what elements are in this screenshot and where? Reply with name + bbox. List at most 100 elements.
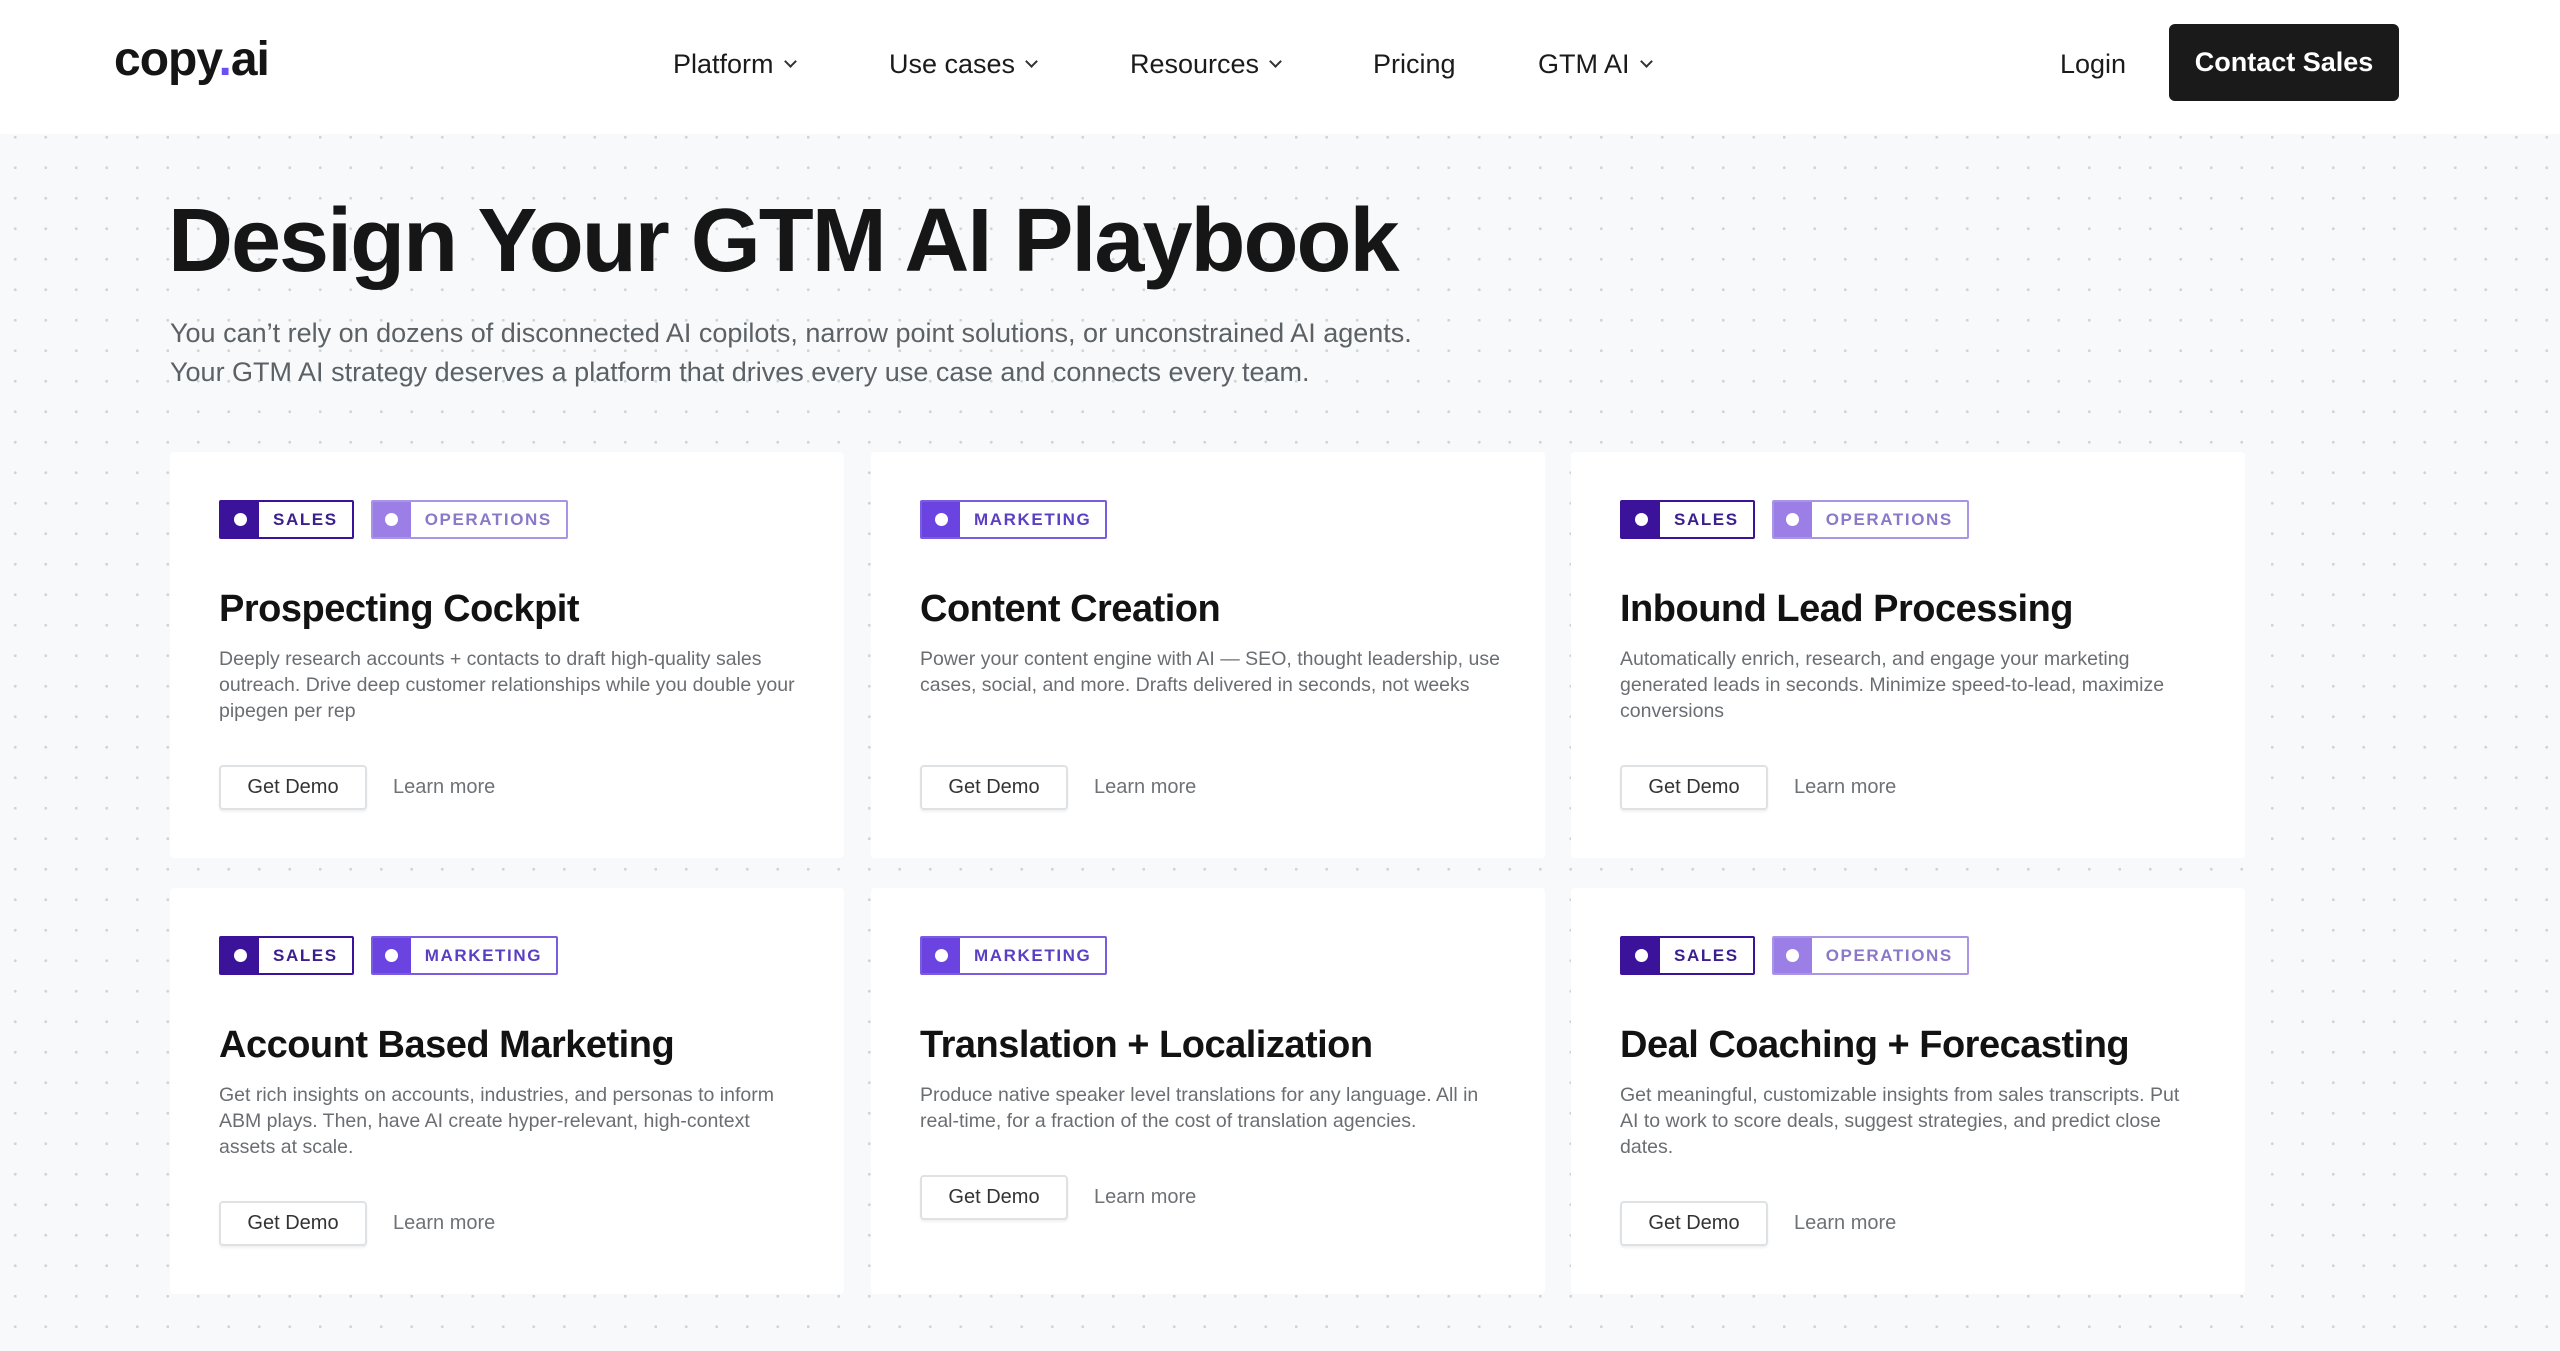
tag-swatch — [221, 502, 259, 537]
logo[interactable]: copy.ai — [114, 30, 270, 90]
circle-icon — [1786, 513, 1800, 526]
tag-badge-marketing: MARKETING — [370, 936, 559, 975]
use-case-card: SALES OPERATIONS Prospecting Cockpit Deeply… — [170, 452, 844, 858]
tag-swatch — [1622, 938, 1660, 973]
nav-label: GTM AI — [1538, 48, 1630, 79]
circle-icon — [1786, 949, 1800, 962]
tag-label: MARKETING — [974, 945, 1092, 965]
card-title: Inbound Lead Processing — [1620, 588, 2074, 630]
tag-label: OPERATIONS — [424, 509, 552, 529]
get-demo-button[interactable]: Get Demo — [1620, 765, 1768, 810]
tag-label: MARKETING — [974, 509, 1092, 529]
get-demo-button[interactable]: Get Demo — [1620, 1201, 1768, 1246]
card-description: Automatically enrich, research, and enga… — [1620, 648, 2165, 722]
card-title: Prospecting Cockpit — [219, 588, 580, 630]
site-header: copy.ai Platform Use cases Resources Pri… — [0, 0, 2560, 134]
tag-swatch — [372, 938, 411, 973]
tag-badge-operations: OPERATIONS — [1771, 500, 1969, 539]
learn-more-link[interactable]: Learn more — [1094, 1186, 1196, 1209]
circle-icon — [1634, 513, 1648, 526]
tag-badge-sales: SALES — [219, 500, 354, 539]
tag-list: MARKETING — [920, 500, 1108, 539]
circle-icon — [385, 949, 399, 962]
card-description: Get rich insights on accounts, industrie… — [219, 1084, 774, 1158]
tag-swatch — [221, 938, 259, 973]
learn-more-link[interactable]: Learn more — [1794, 776, 1896, 799]
card-title: Content Creation — [920, 588, 1221, 630]
logo-dot: . — [218, 33, 231, 86]
tag-list: MARKETING — [920, 936, 1108, 975]
tag-badge-operations: OPERATIONS — [1771, 936, 1969, 975]
tag-badge-sales: SALES — [219, 936, 354, 975]
tag-label: SALES — [1674, 509, 1739, 529]
login-link[interactable]: Login — [2060, 44, 2126, 84]
card-title: Account Based Marketing — [219, 1024, 675, 1066]
learn-more-link[interactable]: Learn more — [393, 776, 495, 799]
use-case-card: SALES OPERATIONS Inbound Lead Processing Au… — [1571, 452, 2245, 858]
nav-item-gtm-ai[interactable]: GTM AI — [1538, 44, 1653, 84]
circle-icon — [1634, 949, 1648, 962]
card-title: Deal Coaching + Forecasting — [1620, 1024, 2130, 1066]
page-title: Design Your GTM AI Playbook — [168, 191, 1400, 291]
card-actions: Get Demo Learn more — [219, 765, 495, 810]
hero-subtitle-line: You can’t rely on dozens of disconnected… — [170, 318, 1412, 348]
tag-list: SALES OPERATIONS — [1620, 936, 1969, 975]
tag-badge-sales: SALES — [1620, 936, 1755, 975]
learn-more-link[interactable]: Learn more — [1794, 1212, 1896, 1235]
tag-badge-operations: OPERATIONS — [370, 500, 568, 539]
chevron-down-icon — [1639, 54, 1653, 68]
card-description: Power your content engine with AI — SEO,… — [920, 648, 1500, 696]
card-description: Get meaningful, customizable insights fr… — [1620, 1084, 2180, 1158]
nav-item-platform[interactable]: Platform — [673, 44, 797, 84]
circle-icon — [934, 949, 948, 962]
nav-label: Use cases — [889, 48, 1016, 79]
tag-swatch — [372, 502, 411, 537]
circle-icon — [934, 513, 948, 526]
hero-subtitle-line: Your GTM AI strategy deserves a platform… — [170, 357, 1310, 387]
tag-swatch — [922, 502, 960, 537]
tag-list: SALES OPERATIONS — [1620, 500, 1969, 539]
tag-label: OPERATIONS — [1825, 509, 1953, 529]
logo-text: copy — [114, 33, 219, 86]
nav-item-pricing[interactable]: Pricing — [1373, 44, 1456, 84]
card-actions: Get Demo Learn more — [1620, 765, 1896, 810]
hero-subtitle: You can’t rely on dozens of disconnected… — [170, 314, 1570, 392]
nav-item-resources[interactable]: Resources — [1130, 44, 1282, 84]
nav-label: Platform — [673, 48, 774, 79]
logo-suffix: ai — [230, 33, 270, 86]
card-actions: Get Demo Learn more — [219, 1201, 495, 1246]
card-actions: Get Demo Learn more — [1620, 1201, 1896, 1246]
get-demo-button[interactable]: Get Demo — [219, 765, 367, 810]
tag-label: SALES — [273, 509, 338, 529]
nav-label: Resources — [1130, 48, 1260, 79]
contact-sales-button[interactable]: Contact Sales — [2169, 24, 2399, 101]
tag-swatch — [1773, 502, 1812, 537]
tag-swatch — [922, 938, 960, 973]
circle-icon — [233, 949, 247, 962]
tag-badge-sales: SALES — [1620, 500, 1755, 539]
card-title: Translation + Localization — [920, 1024, 1373, 1066]
learn-more-link[interactable]: Learn more — [393, 1212, 495, 1235]
circle-icon — [233, 513, 247, 526]
chevron-down-icon — [783, 54, 797, 68]
tag-list: SALES MARKETING — [219, 936, 559, 975]
tag-label: SALES — [273, 945, 338, 965]
tag-label: MARKETING — [424, 945, 543, 965]
circle-icon — [385, 513, 399, 526]
learn-more-link[interactable]: Learn more — [1094, 776, 1196, 799]
use-case-card: SALES OPERATIONS Deal Coaching + Forecasti… — [1571, 888, 2245, 1294]
get-demo-button[interactable]: Get Demo — [920, 765, 1068, 810]
tag-badge-marketing: MARKETING — [920, 936, 1108, 975]
nav-item-use-cases[interactable]: Use cases — [889, 44, 1038, 84]
chevron-down-icon — [1025, 54, 1038, 68]
tag-label: OPERATIONS — [1825, 945, 1953, 965]
card-actions: Get Demo Learn more — [920, 1175, 1196, 1220]
tag-badge-marketing: MARKETING — [920, 500, 1108, 539]
tag-list: SALES OPERATIONS — [219, 500, 568, 539]
card-actions: Get Demo Learn more — [920, 765, 1196, 810]
chevron-down-icon — [1269, 54, 1282, 68]
get-demo-button[interactable]: Get Demo — [920, 1175, 1068, 1220]
card-description: Deeply research accounts + contacts to d… — [219, 648, 795, 722]
use-case-card: SALES MARKETING Account Based Marketing Get… — [170, 888, 844, 1294]
get-demo-button[interactable]: Get Demo — [219, 1201, 367, 1246]
